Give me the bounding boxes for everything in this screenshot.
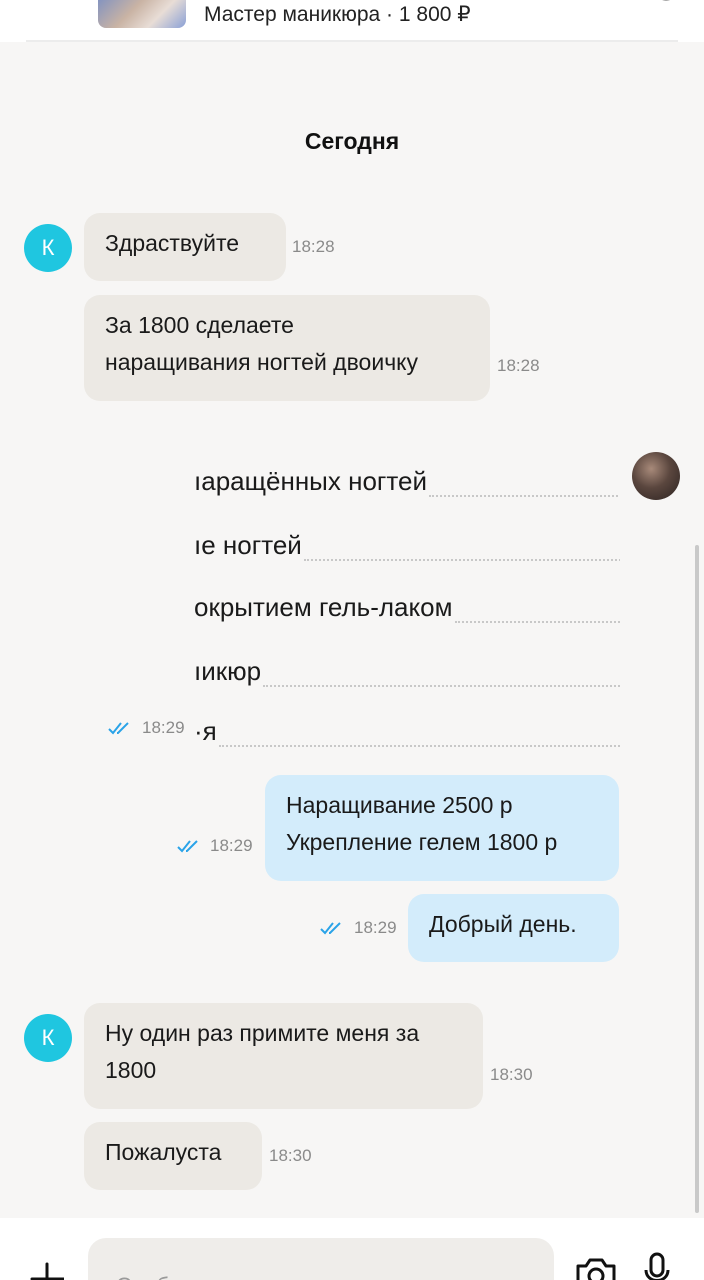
double-check-icon (320, 922, 341, 935)
message-text: Добрый день. (429, 911, 577, 937)
double-check-icon (108, 722, 129, 735)
message-text-line: Ну один раз примите меня за (105, 1020, 420, 1046)
price-list-line: ıаращённых ногтей (194, 466, 620, 497)
message-text: Пожалуста (105, 1139, 222, 1165)
ad-thumbnail[interactable] (98, 0, 186, 28)
message-time: 18:30 (490, 1065, 533, 1084)
message-input[interactable] (88, 1238, 554, 1280)
message-time: 18:30 (269, 1146, 312, 1165)
message-time: 18:28 (497, 356, 540, 375)
user-avatar[interactable] (632, 452, 680, 500)
message-text: Здраствуйте (105, 230, 240, 256)
message-text-line: Наращивание 2500 р (286, 792, 513, 818)
scrollbar[interactable] (695, 545, 699, 1213)
message-text-line: За 1800 сделаете (105, 312, 294, 338)
contact-avatar[interactable]: К (24, 224, 72, 272)
incoming-message[interactable]: Здраствуйте (84, 213, 286, 281)
plus-icon[interactable] (30, 1262, 64, 1280)
microphone-icon[interactable] (644, 1252, 670, 1280)
message-time: 18:29 (142, 718, 185, 737)
camera-icon[interactable] (574, 1254, 618, 1280)
incoming-message[interactable]: Пожалуста (84, 1122, 262, 1190)
double-check-icon (177, 840, 198, 853)
message-time: 18:29 (210, 836, 253, 855)
outgoing-message[interactable]: Добрый день. (408, 894, 619, 962)
contact-avatar[interactable]: К (24, 1014, 72, 1062)
message-text-line: Укрепление гелем 1800 р (286, 829, 558, 855)
price-list-line: ıе ногтей (194, 530, 620, 561)
price-list-line: ·я (194, 716, 620, 747)
message-time: 18:29 (354, 918, 397, 937)
incoming-message[interactable]: Ну один раз примите меня за 1800 (84, 1003, 483, 1109)
chat-header: Мастер маникюра · 1 800 ₽ (0, 0, 704, 42)
incoming-message[interactable]: За 1800 сделаете наращивания ногтей двои… (84, 295, 490, 401)
header-divider (26, 40, 678, 42)
date-divider: Сегодня (304, 128, 400, 154)
phone-icon[interactable] (640, 0, 680, 14)
message-text-line: наращивания ногтей двоичку (105, 349, 419, 375)
message-time: 18:28 (292, 237, 335, 256)
back-arrow-icon[interactable] (26, 0, 56, 12)
ad-subtitle[interactable]: Мастер маникюра · 1 800 ₽ (204, 2, 471, 27)
outgoing-message[interactable]: Наращивание 2500 р Укрепление гелем 1800… (265, 775, 619, 881)
price-list-line: ıикюр (194, 656, 620, 687)
message-text-line: 1800 (105, 1057, 157, 1083)
price-list-line: окрытием гель-лаком (194, 592, 620, 623)
